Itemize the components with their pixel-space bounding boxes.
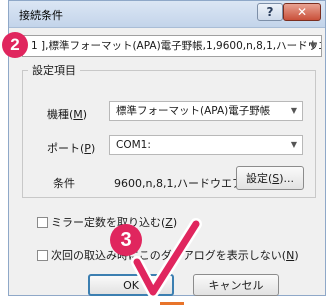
dialog-titlebar: 接続条件 ? ✕	[9, 1, 325, 28]
help-button[interactable]: ?	[257, 3, 283, 21]
step-badge-3: 3	[110, 224, 142, 256]
ok-button[interactable]: OK	[88, 274, 174, 296]
help-icon: ?	[266, 5, 274, 19]
close-icon: ✕	[296, 5, 308, 19]
step-badge-2: 2	[2, 32, 28, 58]
chevron-down-icon: ▼	[290, 106, 297, 115]
model-select[interactable]: 標準フォーマット(APA)電子野帳 ▼	[109, 101, 303, 121]
condition-value: 9600,n,8,1,ハードウエア	[114, 177, 243, 190]
mirror-constant-option[interactable]: ミラー定数を取り込む(Z)	[37, 214, 177, 230]
dialog-title: 接続条件	[19, 9, 63, 22]
model-label: 機種(M)	[47, 108, 88, 121]
connection-preset-value: 1 ],標準フォーマット(APA)電子野帳,1,9600,n,8,1,ハードウエ…	[31, 40, 322, 52]
hide-next-label: 次回の取込み時にこのダイアログを表示しない(N)	[51, 249, 299, 262]
port-select[interactable]: COM1: ▼	[109, 135, 303, 155]
port-value: COM1:	[116, 139, 151, 151]
connection-preset-select[interactable]: 1 ],標準フォーマット(APA)電子野帳,1,9600,n,8,1,ハードウエ…	[22, 35, 322, 57]
model-value: 標準フォーマット(APA)電子野帳	[116, 105, 271, 117]
hide-next-option[interactable]: 次回の取込み時にこのダイアログを表示しない(N)	[37, 247, 299, 263]
close-button[interactable]: ✕	[283, 3, 321, 21]
tutorial-marker-bottom	[160, 302, 184, 305]
port-label: ポート(P)	[47, 142, 96, 155]
chevron-down-icon: ▼	[309, 41, 316, 50]
settings-group-legend: 設定項目	[28, 62, 80, 78]
condition-settings-button[interactable]: 設定(S)...	[236, 166, 304, 190]
chevron-down-icon: ▼	[290, 140, 297, 149]
mirror-constant-checkbox[interactable]	[37, 216, 48, 228]
hide-next-checkbox[interactable]	[37, 249, 48, 261]
condition-label: 条件	[53, 177, 75, 190]
cancel-button[interactable]: キャンセル	[193, 274, 279, 296]
